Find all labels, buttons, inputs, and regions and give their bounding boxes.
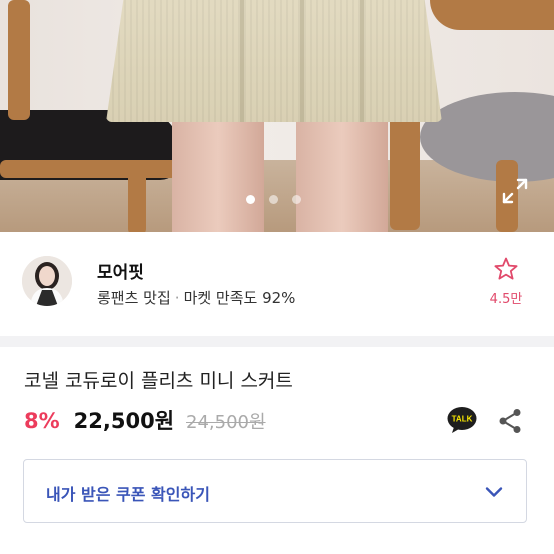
discount-rate: 8% (24, 409, 60, 433)
seller-subtitle: 롱팬츠 맛집 · 마켓 만족도 92% (97, 287, 295, 308)
photo-pleat (240, 0, 244, 122)
price-row: 8% 22,500원 24,500원 (24, 405, 266, 435)
expand-icon[interactable] (502, 178, 528, 204)
seller-avatar[interactable] (22, 256, 72, 306)
original-price: 24,500원 (186, 412, 266, 433)
seller-tagline: 롱팬츠 맛집 (97, 289, 171, 307)
avatar-image (22, 256, 72, 306)
favorite-count: 4.5만 (489, 292, 523, 307)
photo-leg-right (296, 112, 388, 232)
kakao-talk-icon[interactable]: TALK (447, 406, 477, 434)
product-title: 코넬 코듀로이 플리츠 미니 스커트 (24, 370, 293, 392)
photo-chair-right-back (430, 0, 554, 30)
seller-name[interactable]: 모어핏 (97, 258, 144, 283)
coupon-label: 내가 받은 쿠폰 확인하기 (46, 485, 210, 504)
sale-price: 22,500원 (73, 409, 175, 433)
photo-leg-left (172, 112, 264, 232)
chevron-down-icon (485, 487, 503, 497)
photo-chair-left-frame (0, 160, 190, 178)
separator: · (174, 289, 180, 307)
seller-info[interactable]: 모어핏 롱팬츠 맛집 · 마켓 만족도 92% 4.5만 (0, 232, 554, 336)
market-satisfaction: 마켓 만족도 92% (183, 289, 296, 307)
photo-chair-left-back (8, 0, 30, 120)
star-icon (494, 257, 518, 280)
photo-chair-left-leg (128, 165, 146, 232)
section-divider (0, 336, 554, 347)
product-image[interactable] (0, 0, 554, 232)
carousel-dot-active[interactable] (246, 195, 255, 204)
photo-skirt (106, 0, 442, 122)
carousel-indicator (246, 195, 301, 204)
photo-pleat (300, 0, 304, 122)
share-icon[interactable] (498, 408, 522, 434)
favorite-button[interactable]: 4.5만 (486, 256, 526, 307)
carousel-dot[interactable] (292, 195, 301, 204)
svg-text:TALK: TALK (452, 415, 473, 424)
photo-pleat (360, 0, 364, 122)
coupon-check-button[interactable]: 내가 받은 쿠폰 확인하기 (23, 459, 527, 523)
carousel-dot[interactable] (269, 195, 278, 204)
